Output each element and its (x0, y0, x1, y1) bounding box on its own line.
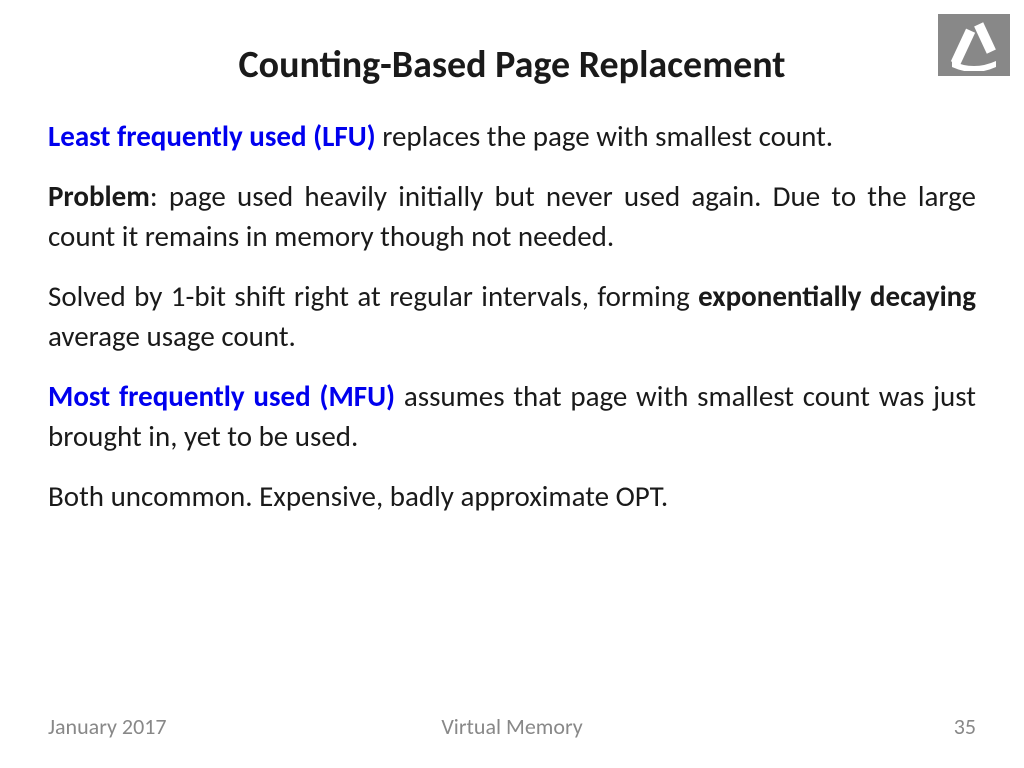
footer-date: January 2017 (48, 713, 167, 740)
paragraph-problem: Problem: page used heavily initially but… (48, 176, 976, 256)
text-solution-post: average usage count. (48, 318, 296, 354)
text-lfu-rest: replaces the page with smallest count. (376, 118, 833, 154)
term-mfu: Most frequently used (MFU) (48, 378, 395, 414)
paragraph-summary: Both uncommon. Expensive, badly approxim… (48, 476, 976, 516)
slide-footer: January 2017 Virtual Memory 35 (0, 713, 1024, 740)
term-lfu: Least frequently used (LFU) (48, 118, 376, 154)
footer-page-number: 35 (954, 713, 976, 740)
footer-topic: Virtual Memory (441, 713, 582, 740)
paragraph-solution: Solved by 1-bit shift right at regular i… (48, 276, 976, 356)
label-problem: Problem (48, 178, 150, 214)
text-problem-rest: : page used heavily initially but never … (48, 178, 976, 254)
paragraph-mfu: Most frequently used (MFU) assumes that … (48, 376, 976, 456)
slide-title: Counting-Based Page Replacement (0, 0, 1024, 116)
text-solution-pre: Solved by 1-bit shift right at regular i… (48, 278, 698, 314)
institution-logo-icon (938, 14, 1010, 76)
term-exponentially-decaying: exponentially decaying (698, 278, 976, 314)
paragraph-lfu: Least frequently used (LFU) replaces the… (48, 116, 976, 156)
slide-content: Least frequently used (LFU) replaces the… (0, 116, 1024, 516)
